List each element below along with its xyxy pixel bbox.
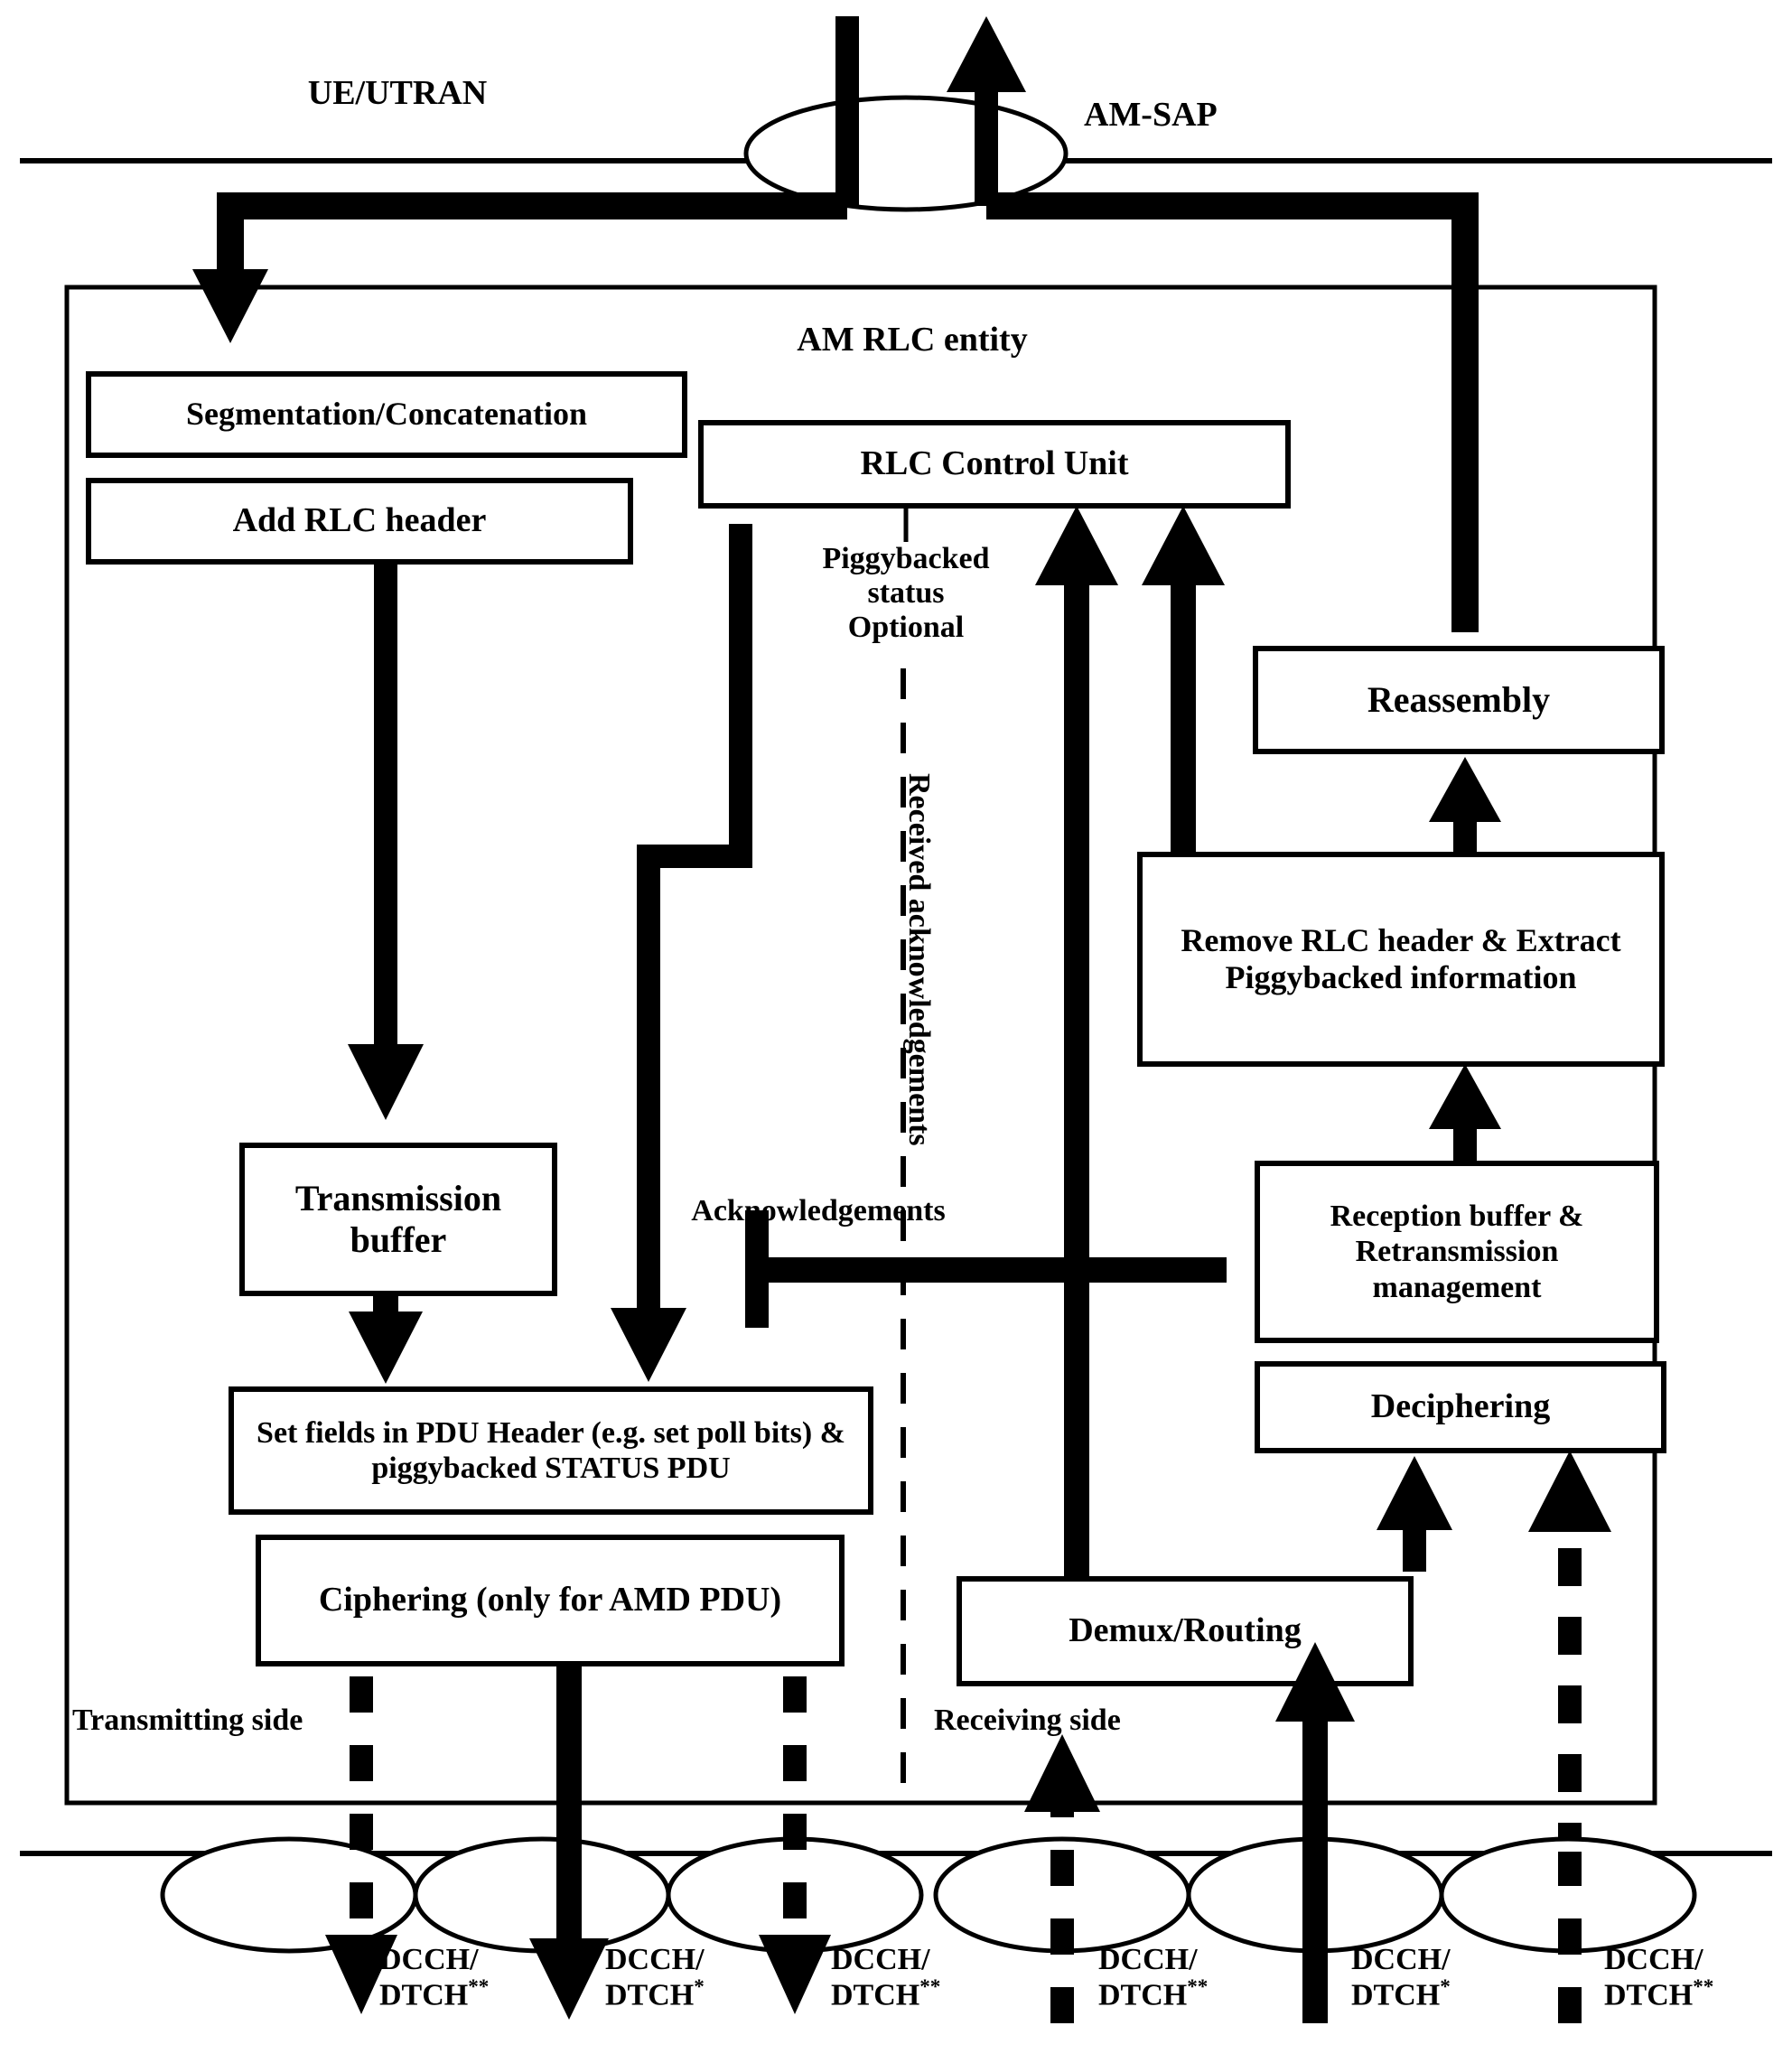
channel-label-1: DCCH/DTCH** — [379, 1944, 489, 2012]
received-acknowledgements-annotation: Received acknowledgements — [902, 773, 936, 1146]
am-rlc-entity-title: AM RLC entity — [797, 321, 1028, 359]
txbuffer-to-setfields-arrowhead — [349, 1312, 423, 1384]
channel-ellipse-2 — [413, 1836, 671, 1954]
acknowledgements-annotation: Acknowledgements — [691, 1194, 946, 1228]
remove-rlc-header-label: Remove RLC header & Extract Piggybacked … — [1181, 921, 1621, 995]
channel-label-3: DCCH/DTCH** — [831, 1944, 940, 2012]
channel-label-5: DCCH/DTCH* — [1351, 1944, 1451, 2012]
channel-marker: ** — [1187, 1974, 1209, 1999]
channel-line-2: DTCH** — [1604, 1974, 1714, 2012]
channel-marker: ** — [468, 1974, 490, 1999]
channel-4-arrowhead — [1024, 1734, 1100, 1812]
channel-marker: * — [694, 1974, 705, 1999]
reassembly-label: Reassembly — [1367, 679, 1551, 720]
demux-to-control-arrowhead — [1035, 506, 1118, 585]
diagram-canvas: UE/UTRAN AM-SAP AM RLC entity Segmentati… — [0, 0, 1792, 2063]
channel-2-arrowhead — [529, 1938, 609, 2020]
rx-sap-arrowhead — [947, 16, 1026, 92]
tx-entity-elbow — [217, 192, 847, 271]
removeheader-to-reassembly-arrowhead — [1429, 757, 1501, 822]
channel-line-1: DCCH/ — [379, 1943, 479, 1976]
piggybacked-status-annotation: Piggybacked status Optional — [822, 542, 990, 645]
tx-entity-arrowhead — [192, 269, 268, 343]
channel-3-arrowhead — [759, 1935, 831, 2014]
demux-to-deciphering-arrowhead — [1377, 1456, 1452, 1530]
channel-line-1: DCCH/ — [1098, 1943, 1198, 1976]
receiving-side-label: Receiving side — [934, 1704, 1121, 1737]
channel-line-2: DTCH* — [1351, 1974, 1451, 2012]
channel-line-2: DTCH* — [605, 1974, 705, 2012]
channel-line-2: DTCH** — [379, 1974, 490, 2012]
addheader-to-txbuffer-arrowhead — [348, 1044, 424, 1120]
channel-line-2: DTCH** — [831, 1974, 941, 2012]
channel-line-2: DTCH** — [1098, 1974, 1209, 2012]
reception-to-removeheader-arrowhead — [1429, 1064, 1501, 1129]
channel-label-4: DCCH/DTCH** — [1098, 1944, 1208, 2012]
segmentation-label: Segmentation/Concatenation — [186, 396, 587, 433]
channel-label-6: DCCH/DTCH** — [1604, 1944, 1713, 2012]
channel-line-1: DCCH/ — [831, 1943, 930, 1976]
channel-marker: ** — [1693, 1974, 1714, 1999]
channel-marker: * — [1440, 1974, 1451, 1999]
transmitting-side-label: Transmitting side — [72, 1704, 303, 1737]
piggyback-status-arrowhead — [611, 1308, 686, 1382]
channel-label-2: DCCH/DTCH* — [605, 1944, 705, 2012]
set-fields-label: Set fields in PDU Header (e.g. set poll … — [257, 1415, 845, 1485]
removeheader-to-control-arrowhead — [1142, 506, 1225, 585]
transmission-buffer-label: Transmission buffer — [294, 1178, 502, 1260]
reception-buffer-label: Reception buffer & Retransmission manage… — [1330, 1200, 1584, 1304]
channel-line-1: DCCH/ — [605, 1943, 705, 1976]
ch6-to-deciphering-arrowhead — [1528, 1451, 1611, 1532]
ciphering-label: Ciphering (only for AMD PDU) — [318, 1581, 782, 1620]
am-sap-label: AM-SAP — [1084, 96, 1218, 134]
rlc-control-unit-label: RLC Control Unit — [860, 444, 1129, 483]
add-rlc-header-label: Add RLC header — [232, 501, 487, 540]
deciphering-label: Deciphering — [1370, 1387, 1551, 1426]
demux-routing-label: Demux/Routing — [1069, 1611, 1302, 1650]
ue-utran-label: UE/UTRAN — [307, 74, 488, 112]
channel-line-1: DCCH/ — [1351, 1943, 1451, 1976]
channel-marker: ** — [919, 1974, 941, 1999]
channel-ellipse-1 — [160, 1836, 418, 1954]
channel-line-1: DCCH/ — [1604, 1943, 1703, 1976]
